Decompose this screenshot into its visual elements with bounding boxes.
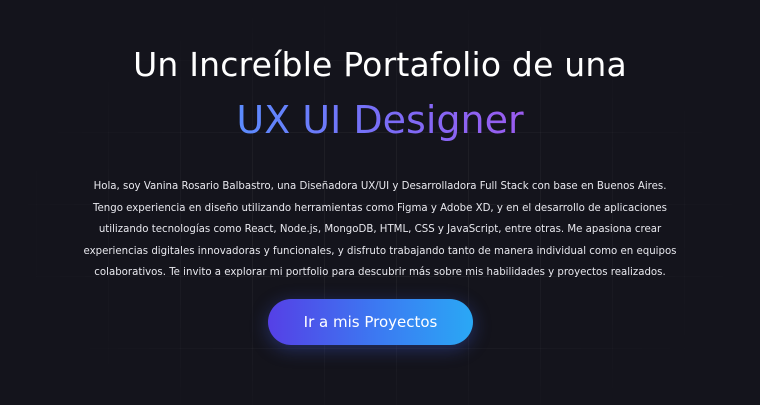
projects-button[interactable]: Ir a mis Proyectos bbox=[268, 299, 473, 345]
hero-role-text: UX UI Designer bbox=[236, 98, 524, 142]
hero-intro: Hola, soy Vanina Rosario Balbastro, una … bbox=[83, 181, 677, 279]
hero-title: Un Increíble Portafolio de una bbox=[133, 45, 627, 84]
hero-section: Un Increíble Portafolio de una UX UI Des… bbox=[0, 0, 760, 405]
hero-role: UX UI Designer bbox=[0, 94, 760, 146]
